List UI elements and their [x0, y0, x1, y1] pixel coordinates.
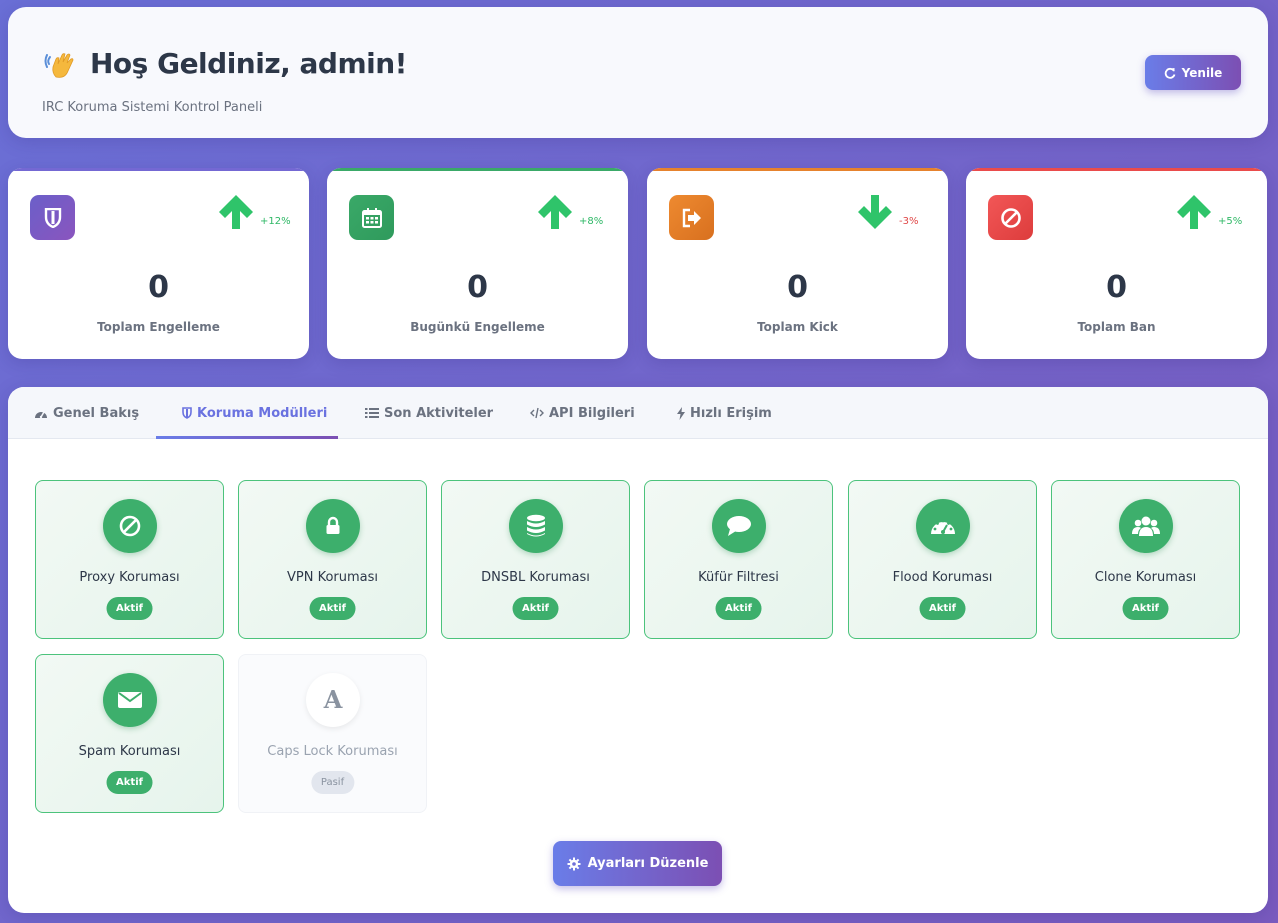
- page-subtitle: IRC Koruma Sistemi Kontrol Paneli: [42, 100, 263, 115]
- edit-settings-label: Ayarları Düzenle: [587, 856, 709, 871]
- ban-icon: [988, 195, 1033, 240]
- card-accent-bar: [966, 168, 1267, 171]
- arrow-up-icon: [1177, 195, 1211, 229]
- module-status-badge: Aktif: [512, 597, 559, 620]
- shield-icon: [182, 407, 192, 419]
- code-icon: [530, 407, 544, 419]
- module-status-badge: Aktif: [106, 597, 153, 620]
- stat-change: +12%: [260, 216, 291, 227]
- module-card-proxy[interactable]: Proxy Koruması Aktif: [35, 480, 224, 639]
- gear-icon: [567, 857, 581, 870]
- module-name: Caps Lock Koruması: [267, 744, 398, 759]
- module-name: VPN Koruması: [286, 570, 379, 585]
- module-status-badge: Aktif: [1122, 597, 1169, 620]
- stat-label: Toplam Engelleme: [97, 320, 220, 334]
- stat-change: +8%: [579, 216, 604, 227]
- shield-icon: [30, 195, 75, 240]
- welcome-header: Hoş Geldiniz, admin! IRC Koruma Sistemi …: [8, 7, 1268, 138]
- active-tab-indicator: [156, 436, 338, 439]
- sign-out-icon: [669, 195, 714, 240]
- module-name: Clone Koruması: [1094, 570, 1197, 585]
- tachometer-icon: [916, 499, 970, 553]
- tab-api-info[interactable]: API Bilgileri: [530, 387, 635, 439]
- stat-label: Toplam Ban: [1077, 320, 1156, 334]
- module-status-badge: Aktif: [919, 597, 966, 620]
- tab-label: Koruma Modülleri: [197, 405, 328, 421]
- stat-value: 0: [787, 270, 808, 305]
- arrow-up-icon: [219, 195, 253, 229]
- stat-label: Toplam Kick: [757, 320, 838, 334]
- module-card-vpn[interactable]: VPN Koruması Aktif: [238, 480, 427, 639]
- stat-card-total-ban: +5% 0 Toplam Ban: [966, 168, 1267, 359]
- stat-change: +5%: [1218, 216, 1243, 227]
- module-card-flood[interactable]: Flood Koruması Aktif: [848, 480, 1037, 639]
- arrow-up-icon: [538, 195, 572, 229]
- dashboard-icon: [35, 411, 47, 419]
- tab-bar: Genel Bakış Koruma Modülleri Son Aktivit…: [8, 387, 1268, 439]
- module-status-badge: Aktif: [106, 771, 153, 794]
- bolt-icon: [677, 406, 685, 420]
- tab-label: Hızlı Erişim: [690, 405, 772, 421]
- module-name: Spam Koruması: [78, 744, 181, 759]
- module-name: Proxy Koruması: [79, 570, 180, 585]
- tab-label: Son Aktiviteler: [384, 405, 494, 421]
- module-status-badge: Aktif: [715, 597, 762, 620]
- module-status-badge: Aktif: [309, 597, 356, 620]
- module-card-spam[interactable]: Spam Koruması Aktif: [35, 654, 224, 813]
- refresh-label: Yenile: [1181, 65, 1223, 80]
- module-card-dnsbl[interactable]: DNSBL Koruması Aktif: [441, 480, 630, 639]
- edit-settings-button[interactable]: Ayarları Düzenle: [553, 841, 722, 886]
- users-icon: [1119, 499, 1173, 553]
- lock-icon: [306, 499, 360, 553]
- module-name: Flood Koruması: [892, 570, 993, 585]
- stat-card-today-blocks: +8% 0 Bugünkü Engelleme: [327, 168, 628, 359]
- tab-overview[interactable]: Genel Bakış: [34, 387, 139, 439]
- tab-label: Genel Bakış: [53, 405, 140, 421]
- stat-value: 0: [467, 270, 488, 305]
- stat-change: -3%: [899, 216, 919, 227]
- tab-quick-access[interactable]: Hızlı Erişim: [677, 387, 772, 439]
- arrow-down-icon: [858, 195, 892, 229]
- card-accent-bar: [327, 168, 628, 171]
- stat-card-total-blocks: +12% 0 Toplam Engelleme: [8, 168, 309, 359]
- stat-value: 0: [148, 270, 169, 305]
- tab-label: API Bilgileri: [549, 405, 635, 421]
- calendar-icon: [349, 195, 394, 240]
- svg-text:A: A: [323, 687, 343, 713]
- page-title: Hoş Geldiniz, admin!: [90, 47, 407, 80]
- stat-label: Bugünkü Engelleme: [410, 320, 545, 334]
- ban-icon: [103, 499, 157, 553]
- stat-value: 0: [1106, 270, 1127, 305]
- database-icon: [509, 499, 563, 553]
- module-name: DNSBL Koruması: [481, 570, 590, 585]
- list-icon: [365, 408, 379, 418]
- font-a-icon: A: [306, 673, 360, 727]
- waving-hand-icon: [44, 53, 74, 78]
- module-status-badge: Pasif: [310, 771, 355, 794]
- comment-icon: [712, 499, 766, 553]
- refresh-icon: [1164, 67, 1176, 79]
- refresh-button[interactable]: Yenile: [1145, 55, 1241, 90]
- stat-card-total-kick: -3% 0 Toplam Kick: [647, 168, 948, 359]
- envelope-icon: [103, 673, 157, 727]
- module-name: Küfür Filtresi: [698, 570, 779, 585]
- main-panel: Genel Bakış Koruma Modülleri Son Aktivit…: [8, 387, 1268, 913]
- module-card-clone[interactable]: Clone Koruması Aktif: [1051, 480, 1240, 639]
- module-card-caps-lock[interactable]: A Caps Lock Koruması Pasif: [238, 654, 427, 813]
- card-accent-bar: [647, 168, 948, 171]
- card-accent-bar: [8, 168, 309, 171]
- module-card-profanity-filter[interactable]: Küfür Filtresi Aktif: [644, 480, 833, 639]
- tab-recent-activities[interactable]: Son Aktiviteler: [365, 387, 493, 439]
- tab-protection-modules[interactable]: Koruma Modülleri: [182, 387, 327, 439]
